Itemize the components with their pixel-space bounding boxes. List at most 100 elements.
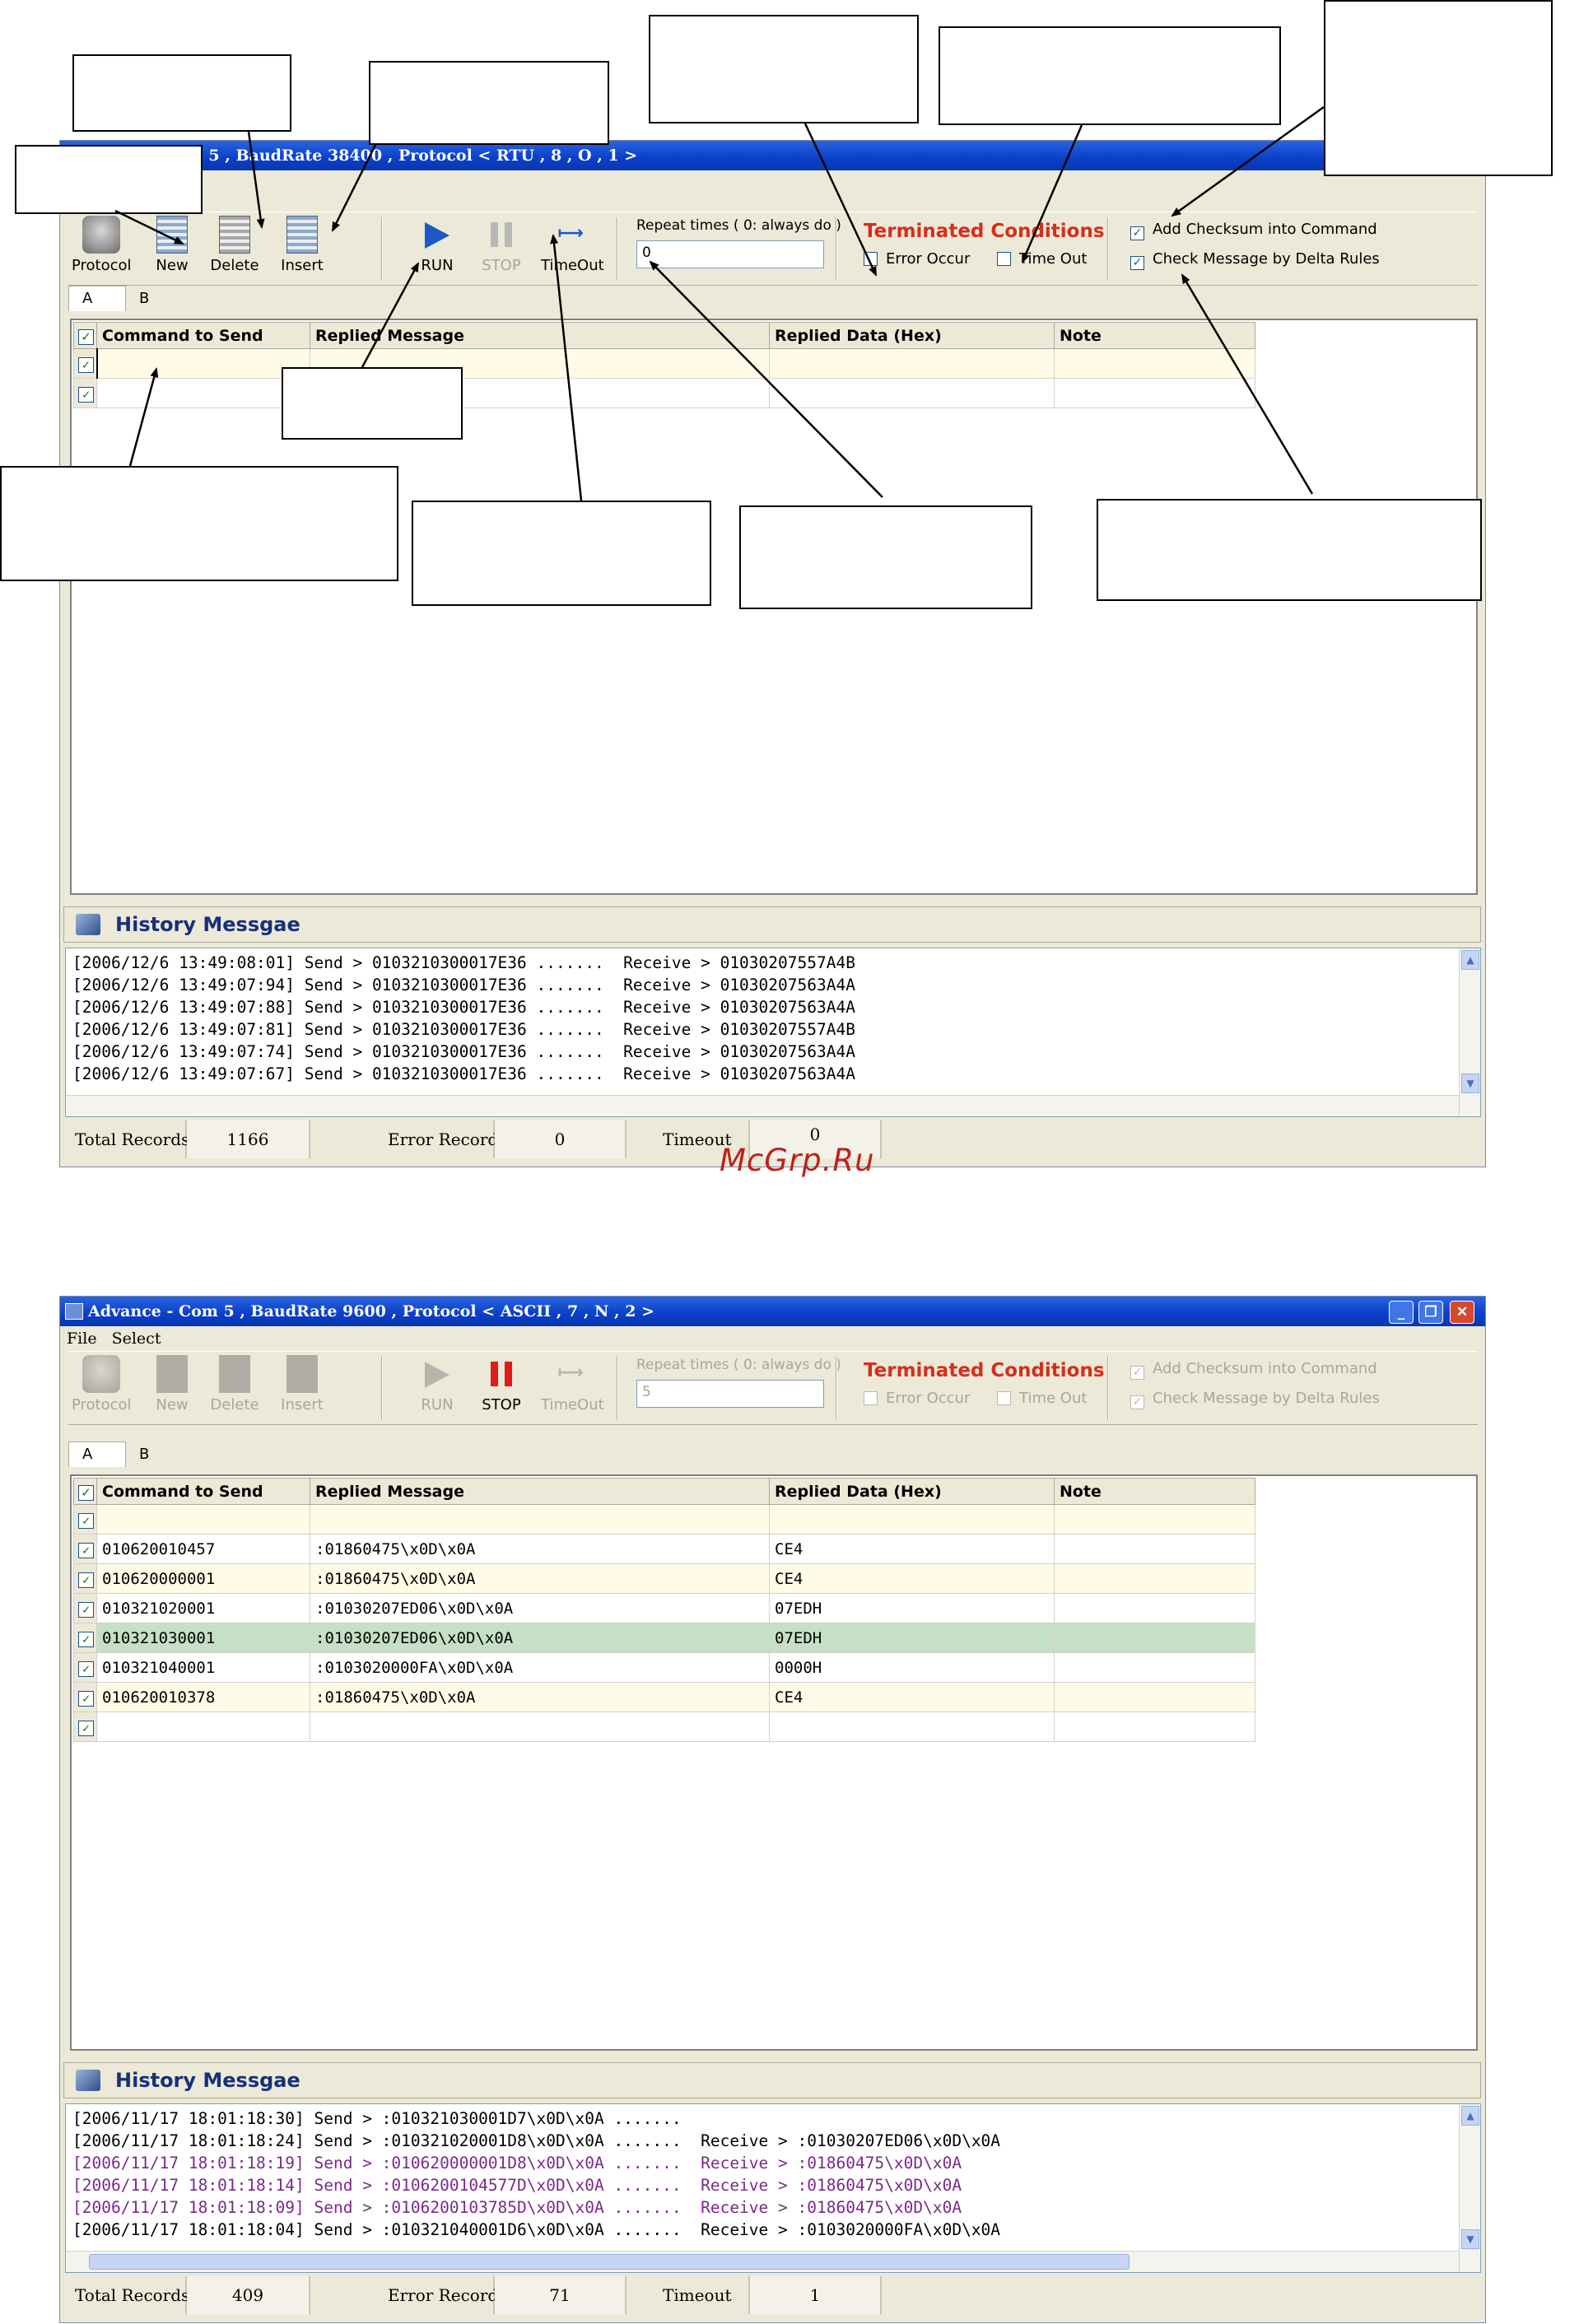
insert-label: Insert (281, 1396, 324, 1413)
replied-hex-cell[interactable]: CE4 (769, 1563, 1055, 1594)
command-cell[interactable] (96, 1712, 310, 1742)
replied-message-cell[interactable]: :01860475\x0D\x0A (310, 1534, 770, 1564)
vertical-scrollbar[interactable]: ▲ ▼ (1459, 2104, 1480, 2272)
time-out-checkbox[interactable]: Time Out (997, 1390, 1087, 1407)
note-cell[interactable] (1054, 1563, 1255, 1594)
scroll-up-icon[interactable]: ▲ (1461, 2106, 1479, 2126)
play-icon (425, 1362, 449, 1388)
note-cell[interactable] (1054, 1652, 1255, 1683)
history-line: [2006/11/17 18:01:18:09] Send > :0106200… (72, 2198, 962, 2217)
protocol-button[interactable]: Protocol (72, 1355, 132, 1421)
timeout-records-value: 1 (750, 2276, 882, 2314)
replied-hex-cell[interactable]: 07EDH (769, 1593, 1055, 1623)
checkbox-box (997, 1391, 1011, 1405)
toolbar-separator (1107, 1357, 1109, 1419)
row-checkbox[interactable]: ✓ (73, 1593, 97, 1623)
table-row[interactable]: ✓ (73, 1712, 1255, 1742)
column-header[interactable]: Replied Data (Hex) (769, 1478, 1055, 1505)
new-label: New (156, 1396, 189, 1413)
run-label: RUN (421, 1396, 454, 1413)
command-cell[interactable]: 010620010457 (96, 1534, 310, 1564)
replied-message-cell[interactable]: :01030207ED06\x0D\x0A (310, 1593, 770, 1623)
table-row[interactable]: ✓ (73, 1504, 1255, 1535)
column-header[interactable]: Command to Send (96, 1478, 310, 1505)
timeout-button[interactable]: ⟼ TimeOut (541, 1355, 604, 1421)
tab-a[interactable]: A (68, 1441, 126, 1467)
row-checkbox[interactable]: ✓ (73, 1504, 97, 1535)
check-message-checkbox[interactable]: ✓ Check Message by Delta Rules (1130, 1390, 1380, 1409)
timeout-icon: ⟼ (557, 1362, 584, 1383)
new-icon (156, 1355, 188, 1393)
app-icon (65, 1303, 83, 1320)
menu-file[interactable]: File (67, 1330, 97, 1348)
total-records-label: Total Records (65, 2276, 189, 2314)
table-row[interactable]: ✓ 010620010378 :01860475\x0D\x0A CE4 (73, 1682, 1255, 1712)
window-title: Advance - Com 5 , BaudRate 9600 , Protoc… (88, 1302, 655, 1320)
restore-button[interactable]: ❐ (1418, 1301, 1443, 1324)
replied-message-cell[interactable] (310, 1712, 770, 1742)
replied-message-cell[interactable]: :0103020000FA\x0D\x0A (310, 1652, 770, 1683)
note-cell[interactable] (1054, 1593, 1255, 1623)
replied-hex-cell[interactable]: CE4 (769, 1682, 1055, 1712)
tab-b[interactable]: B (126, 1442, 184, 1467)
replied-hex-cell[interactable]: CE4 (769, 1534, 1055, 1564)
row-checkbox[interactable]: ✓ (73, 1652, 97, 1683)
select-all-checkbox[interactable]: ✓ (73, 1478, 97, 1505)
note-cell[interactable] (1054, 1682, 1255, 1712)
history-log[interactable]: [2006/11/17 18:01:18:30] Send > :0103210… (65, 2103, 1481, 2273)
replied-message-cell[interactable] (310, 1504, 770, 1535)
run-button[interactable]: RUN (408, 1355, 467, 1421)
timeout-records-label: Timeout (626, 2276, 750, 2314)
close-button[interactable]: ✕ (1450, 1301, 1474, 1324)
header-row: ✓ Command to Send Replied Message Replie… (73, 1478, 1255, 1505)
horizontal-scrollbar[interactable] (66, 2251, 1459, 2272)
replied-hex-cell[interactable] (769, 1712, 1055, 1742)
replied-message-cell[interactable]: :01860475\x0D\x0A (310, 1682, 770, 1712)
column-header[interactable]: Replied Message (310, 1478, 770, 1505)
add-checksum-checkbox[interactable]: ✓ Add Checksum into Command (1130, 1360, 1377, 1380)
row-checkbox[interactable]: ✓ (73, 1712, 97, 1742)
command-cell[interactable]: 010321040001 (96, 1652, 310, 1683)
scroll-down-icon[interactable]: ▼ (1461, 2229, 1479, 2249)
table-row[interactable]: ✓ 010620010457 :01860475\x0D\x0A CE4 (73, 1534, 1255, 1564)
replied-message-cell[interactable]: :01860475\x0D\x0A (310, 1563, 770, 1594)
table-row[interactable]: ✓ 010620000001 :01860475\x0D\x0A CE4 (73, 1563, 1255, 1594)
history-title: History Messgae (115, 2069, 300, 2092)
replied-hex-cell[interactable] (769, 1504, 1055, 1535)
command-cell[interactable]: 010620010378 (96, 1682, 310, 1712)
error-occur-checkbox[interactable]: Error Occur (864, 1390, 970, 1407)
row-checkbox[interactable]: ✓ (73, 1682, 97, 1712)
history-line: [2006/11/17 18:01:18:14] Send > :0106200… (72, 2176, 962, 2195)
note-cell[interactable] (1054, 1534, 1255, 1564)
row-checkbox[interactable]: ✓ (73, 1623, 97, 1653)
table-row[interactable]: ✓ 010321020001 :01030207ED06\x0D\x0A 07E… (73, 1593, 1255, 1623)
insert-button[interactable]: Insert (272, 1355, 332, 1421)
command-cell[interactable]: 010321030001 (96, 1623, 310, 1653)
delete-icon (219, 1355, 250, 1393)
column-header[interactable]: Note (1054, 1478, 1255, 1505)
note-cell[interactable] (1054, 1712, 1255, 1742)
minimize-button[interactable]: _ (1389, 1301, 1414, 1324)
row-checkbox[interactable]: ✓ (73, 1563, 97, 1594)
menu-select[interactable]: Select (112, 1330, 161, 1348)
command-cell[interactable] (96, 1504, 310, 1535)
menu-bar: File Select (60, 1328, 1485, 1349)
replied-hex-cell[interactable]: 07EDH (769, 1623, 1055, 1653)
history-line: [2006/11/17 18:01:18:04] Send > :0103210… (72, 2220, 1001, 2239)
command-cell[interactable]: 010321020001 (96, 1593, 310, 1623)
note-cell[interactable] (1054, 1504, 1255, 1535)
scrollbar-thumb[interactable] (89, 2254, 1130, 2270)
table-row[interactable]: ✓ 010321040001 :0103020000FA\x0D\x0A 000… (73, 1652, 1255, 1683)
replied-message-cell[interactable]: :01030207ED06\x0D\x0A (310, 1623, 770, 1653)
delete-button[interactable]: Delete (205, 1355, 264, 1421)
timeout-label: TimeOut (541, 1396, 604, 1413)
table-row-selected[interactable]: ✓ 010321030001 :01030207ED06\x0D\x0A 07E… (73, 1623, 1255, 1653)
note-cell[interactable] (1054, 1623, 1255, 1653)
row-checkbox[interactable]: ✓ (73, 1534, 97, 1564)
command-cell[interactable]: 010620000001 (96, 1563, 310, 1594)
title-bar: Advance - Com 5 , BaudRate 9600 , Protoc… (60, 1297, 1485, 1326)
replied-hex-cell[interactable]: 0000H (769, 1652, 1055, 1683)
stop-button[interactable]: STOP (472, 1355, 531, 1421)
new-button[interactable]: New (142, 1355, 202, 1421)
repeat-times-input[interactable]: 5 (636, 1380, 824, 1408)
